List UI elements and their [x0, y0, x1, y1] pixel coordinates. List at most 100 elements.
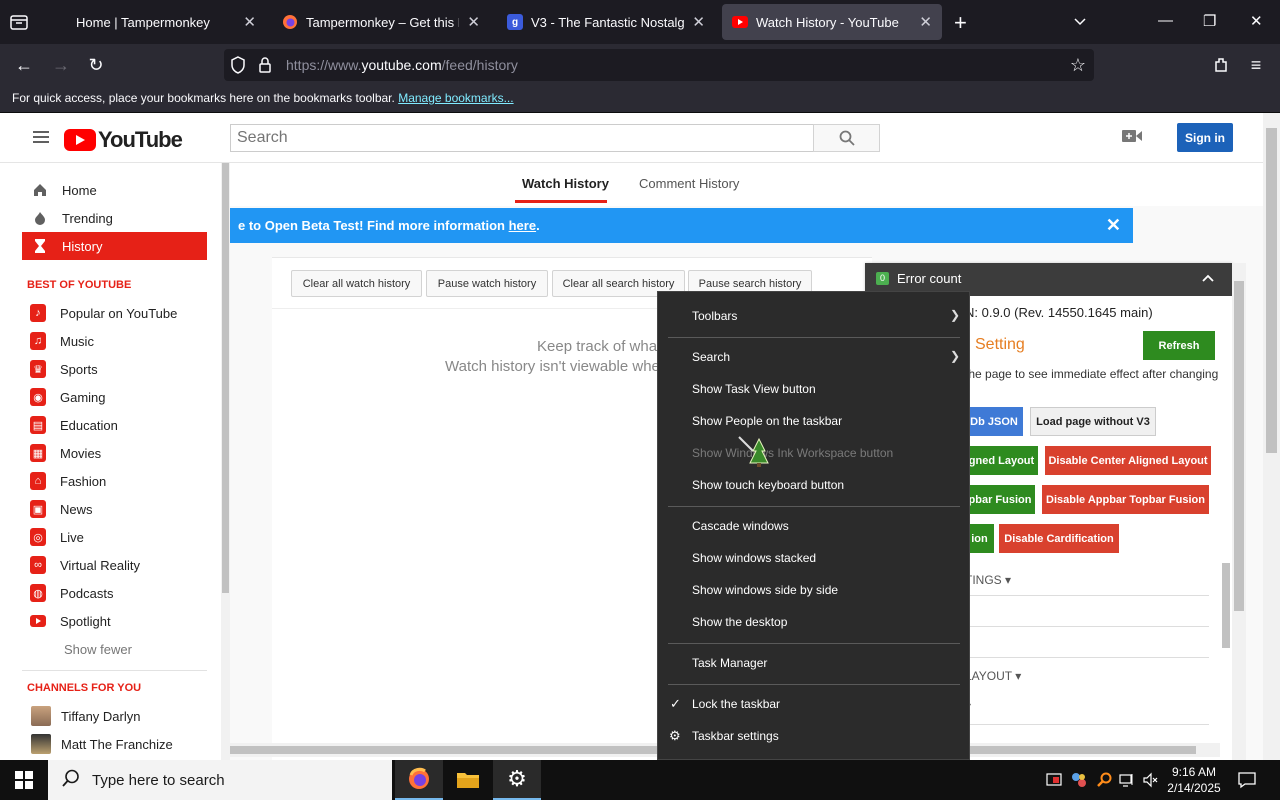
start-button[interactable] [0, 760, 48, 800]
chevron-up-icon[interactable] [1202, 271, 1214, 285]
menu-item-search[interactable]: Search [692, 350, 730, 364]
guide-item-sports[interactable]: ♛ Sports [22, 355, 207, 383]
menu-item-lock-taskbar[interactable]: Lock the taskbar [692, 697, 780, 711]
tab-tampermonkey-home[interactable]: Home | Tampermonkey ✕ [66, 4, 266, 40]
guide-item-podcasts[interactable]: ◍ Podcasts [22, 579, 207, 607]
minimize-button[interactable]: — [1158, 12, 1173, 29]
close-window-button[interactable]: ✕ [1250, 12, 1263, 30]
tab-tampermonkey-firefox[interactable]: Tampermonkey – Get this Extension for Fi… [272, 4, 490, 40]
vr-headset-icon: ∞ [30, 556, 46, 574]
menu-item-cascade[interactable]: Cascade windows [692, 519, 789, 533]
restore-button[interactable]: ❐ [1203, 12, 1216, 30]
education-icon: ▤ [30, 416, 46, 434]
taskbar-file-explorer[interactable] [444, 760, 492, 800]
menu-item-task-manager[interactable]: Task Manager [692, 656, 767, 670]
tab-comment-history[interactable]: Comment History [639, 176, 739, 191]
tab-v3[interactable]: g V3 - The Fantastic Nostalgic YouTube ✕ [497, 4, 715, 40]
guide-item-live[interactable]: ◎ Live [22, 523, 207, 551]
menu-item-show-desktop[interactable]: Show the desktop [692, 615, 787, 629]
menu-item-taskbar-settings[interactable]: Taskbar settings [692, 729, 779, 743]
clear-watch-history-button[interactable]: Clear all watch history [291, 270, 422, 297]
tray-colorful-icon[interactable] [1071, 772, 1087, 788]
guide-item-music[interactable]: ♫ Music [22, 327, 207, 355]
close-tab-icon[interactable]: ✕ [919, 13, 932, 31]
close-banner-icon[interactable]: ✕ [1106, 215, 1121, 236]
close-tab-icon[interactable]: ✕ [467, 13, 480, 31]
network-icon[interactable] [1119, 772, 1135, 788]
youtube-logo[interactable]: YouTube [64, 127, 183, 153]
load-without-v3-button[interactable]: Load page without V3 [1030, 407, 1156, 436]
taskbar-clock[interactable]: 9:16 AM 2/14/2025 [1164, 764, 1224, 796]
taskbar-search-box[interactable]: Type here to search [48, 760, 392, 800]
menu-item-touch-keyboard[interactable]: Show touch keyboard button [692, 478, 844, 492]
menu-item-side-by-side[interactable]: Show windows side by side [692, 583, 838, 597]
disable-appbar-topbar-fusion-button[interactable]: Disable Appbar Topbar Fusion [1042, 485, 1209, 514]
avatar [31, 734, 51, 754]
close-tab-icon[interactable]: ✕ [243, 13, 256, 31]
refresh-button[interactable]: Refresh [1143, 331, 1215, 360]
forward-button[interactable]: → [50, 54, 72, 76]
guide-item-virtual-reality[interactable]: ∞ Virtual Reality [22, 551, 207, 579]
v3-scrollbar[interactable] [1232, 263, 1246, 760]
search-button[interactable] [813, 124, 880, 152]
pause-watch-history-button[interactable]: Pause watch history [426, 270, 548, 297]
guide-item-fashion[interactable]: ⌂ Fashion [22, 467, 207, 495]
guide-item-gaming[interactable]: ◉ Gaming [22, 383, 207, 411]
shield-icon[interactable] [230, 56, 246, 79]
menu-item-people[interactable]: Show People on the taskbar [692, 414, 842, 428]
guide-item-history[interactable]: History [22, 232, 207, 260]
guide-channel-matt[interactable]: Matt The Franchize [22, 730, 207, 758]
close-tab-icon[interactable]: ✕ [692, 13, 705, 31]
disable-center-aligned-layout-button[interactable]: Disable Center Aligned Layout [1045, 446, 1211, 475]
settings-section-header[interactable]: TINGS ▾ [965, 573, 1011, 587]
bookmark-star-icon[interactable]: ☆ [1070, 55, 1086, 76]
reload-button[interactable]: ↻ [85, 54, 107, 76]
disable-cardification-button[interactable]: Disable Cardification [999, 524, 1119, 553]
youtube-search-input[interactable] [230, 124, 814, 152]
extensions-icon[interactable] [1210, 54, 1232, 76]
action-center-icon[interactable] [1238, 771, 1256, 794]
banner-here-link[interactable]: here [509, 218, 536, 233]
guide-item-education[interactable]: ▤ Education [22, 411, 207, 439]
db-json-button[interactable]: Db JSON [965, 407, 1023, 436]
appbar-fusion-button[interactable]: pbar Fusion [965, 485, 1035, 514]
new-tab-button[interactable]: + [954, 10, 967, 36]
guide-item-popular[interactable]: ♪ Popular on YouTube [22, 299, 207, 327]
guide-menu-icon[interactable] [33, 131, 49, 146]
manage-bookmarks-link[interactable]: Manage bookmarks... [398, 91, 513, 105]
tab-watch-history[interactable]: Watch History [522, 176, 609, 191]
submenu-arrow-icon: ❯ [950, 349, 961, 363]
show-fewer-link[interactable]: Show fewer [22, 635, 207, 663]
menu-item-task-view[interactable]: Show Task View button [692, 382, 816, 396]
guide-item-news[interactable]: ▣ News [22, 495, 207, 523]
back-button[interactable]: ← [13, 54, 35, 76]
taskbar-firefox[interactable] [395, 760, 443, 800]
lock-icon[interactable] [258, 56, 272, 79]
url-bar[interactable]: https://www.youtube.com/feed/history ☆ [224, 49, 1094, 81]
menu-item-stacked[interactable]: Show windows stacked [692, 551, 816, 565]
sign-in-button[interactable]: Sign in [1177, 123, 1233, 152]
guide-channel-tiffany[interactable]: Tiffany Darlyn [22, 702, 207, 730]
layout-section-header[interactable]: LAYOUT ▾ [965, 669, 1021, 683]
menu-icon[interactable]: ≡ [1245, 54, 1267, 76]
guide-item-spotlight[interactable]: Spotlight [22, 607, 207, 635]
tray-search-tool-icon[interactable] [1096, 772, 1112, 788]
youtube-favicon-icon [732, 14, 748, 30]
tab-watch-history[interactable]: Watch History - YouTube ✕ [722, 4, 942, 40]
v3-favicon-icon: g [507, 14, 523, 30]
page-scrollbar[interactable] [1263, 113, 1280, 760]
guide-item-home[interactable]: Home [22, 176, 207, 204]
menu-item-toolbars[interactable]: Toolbars [692, 309, 737, 323]
center-aligned-layout-button[interactable]: gned Layout [965, 446, 1038, 475]
tray-app-icon[interactable] [1046, 772, 1062, 788]
volume-muted-icon[interactable] [1143, 772, 1159, 788]
taskbar-settings[interactable]: ⚙ [493, 760, 541, 800]
upload-video-icon[interactable] [1122, 129, 1142, 148]
guide-scrollbar[interactable] [221, 163, 230, 760]
guide-item-trending[interactable]: Trending [22, 204, 207, 232]
tab-list-button[interactable] [8, 11, 30, 33]
active-tab-indicator [515, 200, 607, 203]
list-all-tabs-button[interactable] [1072, 14, 1088, 35]
guide-item-movies[interactable]: ▦ Movies [22, 439, 207, 467]
v3-inner-scrollbar[interactable] [1222, 563, 1230, 648]
